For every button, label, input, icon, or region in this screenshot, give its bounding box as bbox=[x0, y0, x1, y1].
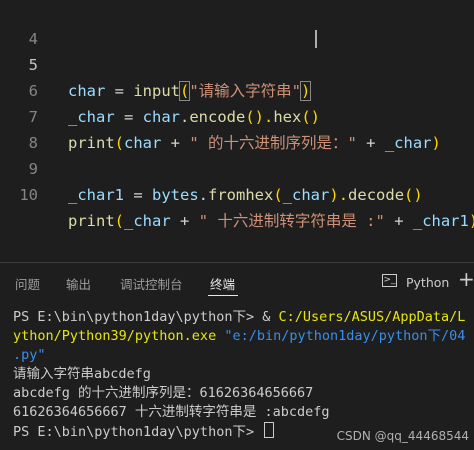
code-line-7[interactable]: 7 print(char + " 的十六进制序列是：" + _char) bbox=[0, 78, 441, 152]
code-line-5[interactable]: 5 char = input("请输入字符串") bbox=[0, 26, 312, 101]
tab-terminal[interactable]: 终端 bbox=[210, 274, 235, 293]
code-text: char = input("请输入字符串") bbox=[68, 81, 312, 101]
code-text: _char1 = bytes.fromhex(_char).decode() bbox=[68, 186, 423, 204]
terminal-cursor bbox=[264, 422, 275, 438]
code-line-4[interactable]: 4 bbox=[0, 0, 38, 48]
add-terminal-icon[interactable]: + bbox=[458, 267, 474, 291]
code-line-10[interactable]: 10 print(_char + " 十六进制转字符串是 :" + _char1… bbox=[0, 156, 474, 230]
panel-tab-bar: 问题 输出 调试控制台 终端 >_ Python + bbox=[0, 263, 474, 301]
code-line-8[interactable]: 8 bbox=[0, 104, 38, 152]
terminal-icon[interactable]: >_ bbox=[382, 274, 397, 287]
code-text: print(_char + " 十六进制转字符串是 :" + _char1) bbox=[68, 212, 474, 230]
code-text: _char = char.encode().hex() bbox=[68, 108, 321, 126]
terminal-line: PS E:\bin\python1day\python下> & C:/Users… bbox=[13, 309, 466, 325]
bottom-panel: 问题 输出 调试控制台 终端 >_ Python + PS E:\bin\pyt… bbox=[0, 263, 474, 450]
code-text: print(char + " 的十六进制序列是：" + _char) bbox=[68, 134, 441, 152]
terminal-line: 61626364656667 十六进制转字符串是 :abcdefg bbox=[13, 404, 330, 420]
terminal-line: ython/Python39/python.exe "e:/bin/python… bbox=[13, 328, 466, 344]
line-number: 10 bbox=[19, 186, 38, 204]
terminal-line: 请输入字符串abcdefg bbox=[13, 366, 151, 382]
tab-output[interactable]: 输出 bbox=[66, 274, 91, 293]
code-line-9[interactable]: 9 _char1 = bytes.fromhex(_char).decode() bbox=[0, 130, 423, 204]
terminal-prompt-line: PS E:\bin\python1day\python下> bbox=[13, 422, 275, 442]
terminal-line: abcdefg 的十六进制序列是：61626364656667 bbox=[13, 385, 314, 401]
terminal-name[interactable]: Python bbox=[406, 275, 449, 290]
text-cursor bbox=[315, 30, 317, 48]
active-tab-indicator bbox=[208, 295, 238, 296]
terminal-line: .py" bbox=[13, 347, 46, 363]
tab-debug-console[interactable]: 调试控制台 bbox=[120, 274, 183, 293]
watermark: CSDN @qq_44468544 bbox=[336, 429, 469, 443]
code-editor[interactable]: 4 5 char = input("请输入字符串") 6 _char = cha… bbox=[0, 0, 474, 262]
tab-problems[interactable]: 问题 bbox=[15, 274, 40, 293]
code-line-6[interactable]: 6 _char = char.encode().hex() bbox=[0, 52, 320, 126]
